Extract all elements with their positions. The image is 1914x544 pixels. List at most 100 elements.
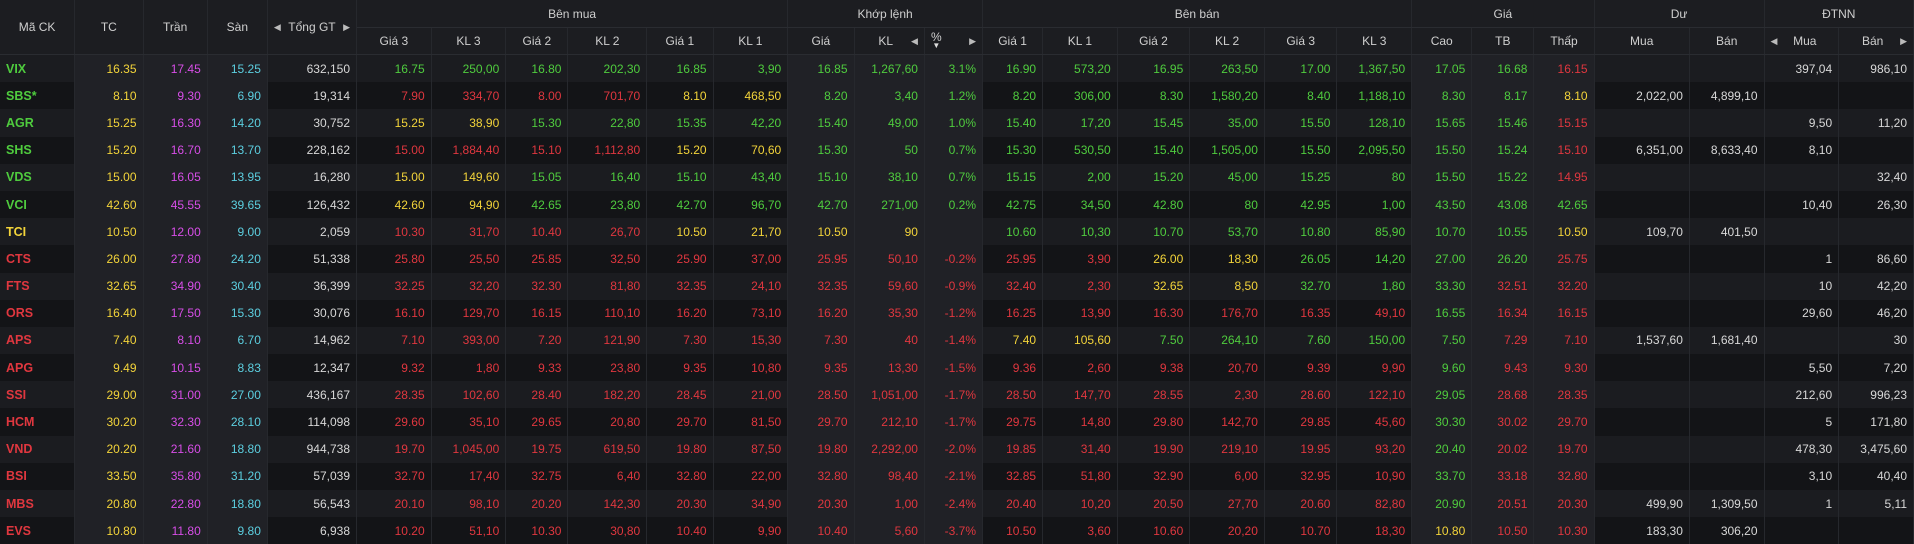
cell-buy-price3: 19.70	[357, 436, 432, 463]
cell-match-pct: -3.7%	[924, 517, 982, 544]
col-sell-vol2[interactable]: KL 2	[1190, 28, 1265, 55]
col-symbol[interactable]: Mã CK	[0, 0, 75, 55]
cell-symbol[interactable]: APS	[0, 327, 75, 354]
cell-buy-price2: 7.20	[506, 327, 568, 354]
cell-symbol[interactable]: ORS	[0, 300, 75, 327]
col-ceiling[interactable]: Trần	[143, 0, 207, 55]
cell-low-price: 14.95	[1534, 164, 1594, 191]
cell-sell-vol1: 2,00	[1043, 164, 1118, 191]
cell-symbol[interactable]: SSI	[0, 381, 75, 408]
table-row[interactable]: TCI10.5012.009.002,05910.3031,7010.4026,…	[0, 218, 1914, 245]
table-row[interactable]: AGR15.2516.3014.2030,75215.2538,9015.302…	[0, 109, 1914, 136]
table-row[interactable]: BSI33.5035.8031.2057,03932.7017,4032.756…	[0, 463, 1914, 490]
col-match-vol[interactable]: KL◀	[854, 28, 924, 55]
cell-symbol[interactable]: BSI	[0, 463, 75, 490]
col-sell-vol3[interactable]: KL 3	[1337, 28, 1412, 55]
col-ref[interactable]: TC	[75, 0, 143, 55]
cell-sell-price1: 10.60	[983, 218, 1043, 245]
table-row[interactable]: SHS15.2016.7013.70228,16215.001,884,4015…	[0, 137, 1914, 164]
cell-buy-vol3: 35,10	[431, 408, 506, 435]
table-row[interactable]: MBS20.8022.8018.8056,54320.1098,1020.201…	[0, 490, 1914, 517]
cell-symbol[interactable]: AGR	[0, 109, 75, 136]
col-high[interactable]: Cao	[1412, 28, 1472, 55]
cell-ref-price: 8.10	[75, 82, 143, 109]
cell-symbol[interactable]: APG	[0, 354, 75, 381]
col-foreign-buy[interactable]: ◀Mua	[1764, 28, 1839, 55]
table-row[interactable]: VIX16.3517.4515.25632,15016.75250,0016.8…	[0, 55, 1914, 83]
table-row[interactable]: SBS*8.109.306.9019,3147.90334,708.00701,…	[0, 82, 1914, 109]
table-row[interactable]: APG9.4910.158.8312,3479.321,809.3323,809…	[0, 354, 1914, 381]
col-residual-buy[interactable]: Mua	[1594, 28, 1689, 55]
scroll-left-icon[interactable]: ◀	[274, 22, 281, 33]
table-row[interactable]: ORS16.4017.5015.3030,07616.10129,7016.15…	[0, 300, 1914, 327]
cell-foreign-buy: 397,04	[1764, 55, 1839, 83]
cell-symbol[interactable]: SHS	[0, 137, 75, 164]
table-row[interactable]: CTS26.0027.8024.2051,33825.8025,5025.853…	[0, 245, 1914, 272]
cell-symbol[interactable]: EVS	[0, 517, 75, 544]
col-avg[interactable]: TB	[1472, 28, 1534, 55]
cell-symbol[interactable]: CTS	[0, 245, 75, 272]
sort-desc-icon[interactable]: ▼	[932, 42, 940, 50]
col-sell-vol1[interactable]: KL 1	[1043, 28, 1118, 55]
cell-match-pct: -1.5%	[924, 354, 982, 381]
match-next-icon[interactable]: ▶	[969, 36, 976, 47]
cell-buy-price3: 15.00	[357, 137, 432, 164]
col-low[interactable]: Thấp	[1534, 28, 1594, 55]
table-row[interactable]: VND20.2021.6018.80944,73819.701,045,0019…	[0, 436, 1914, 463]
cell-buy-vol1: 24,10	[713, 273, 788, 300]
cell-buy-vol1: 96,70	[713, 191, 788, 218]
cell-low-price: 25.75	[1534, 245, 1594, 272]
cell-foreign-sell	[1839, 517, 1914, 544]
foreign-next-icon[interactable]: ▶	[1900, 36, 1907, 47]
cell-floor-price: 18.80	[207, 436, 267, 463]
table-row[interactable]: FTS32.6534.9030.4036,39932.2532,2032.308…	[0, 273, 1914, 300]
table-row[interactable]: SSI29.0031.0027.00436,16728.35102,6028.4…	[0, 381, 1914, 408]
cell-symbol[interactable]: FTS	[0, 273, 75, 300]
cell-foreign-buy: 10	[1764, 273, 1839, 300]
col-match-price[interactable]: Giá	[788, 28, 854, 55]
col-residual-sell[interactable]: Bán	[1689, 28, 1764, 55]
match-prev-icon[interactable]: ◀	[911, 36, 918, 47]
cell-symbol[interactable]: VCI	[0, 191, 75, 218]
table-row[interactable]: APS7.408.106.7014,9627.10393,007.20121,9…	[0, 327, 1914, 354]
cell-sell-price3: 17.00	[1264, 55, 1337, 83]
cell-symbol[interactable]: VDS	[0, 164, 75, 191]
col-sell-price1[interactable]: Giá 1	[983, 28, 1043, 55]
table-row[interactable]: EVS10.8011.809.806,93810.2051,1010.3030,…	[0, 517, 1914, 544]
table-row[interactable]: VCI42.6045.5539.65126,43242.6094,9042.65…	[0, 191, 1914, 218]
cell-symbol[interactable]: MBS	[0, 490, 75, 517]
cell-symbol[interactable]: VIX	[0, 55, 75, 83]
cell-foreign-buy	[1764, 327, 1839, 354]
cell-buy-vol3: 51,10	[431, 517, 506, 544]
cell-ceiling-price: 16.70	[143, 137, 207, 164]
col-buy-vol1[interactable]: KL 1	[713, 28, 788, 55]
col-buy-vol2[interactable]: KL 2	[568, 28, 647, 55]
col-floor[interactable]: Sàn	[207, 0, 267, 55]
cell-symbol[interactable]: HCM	[0, 408, 75, 435]
cell-symbol[interactable]: SBS*	[0, 82, 75, 109]
cell-symbol[interactable]: VND	[0, 436, 75, 463]
col-sell-price2[interactable]: Giá 2	[1117, 28, 1190, 55]
cell-sell-price3: 10.80	[1264, 218, 1337, 245]
col-match-pct[interactable]: %▼ ▶	[924, 28, 982, 55]
scroll-right-icon[interactable]: ▶	[343, 22, 350, 33]
cell-residual-buy: 6,351,00	[1594, 137, 1689, 164]
cell-residual-sell: 4,899,10	[1689, 82, 1764, 109]
cell-sell-vol3: 10,90	[1337, 463, 1412, 490]
col-buy-price1[interactable]: Giá 1	[647, 28, 713, 55]
cell-foreign-sell	[1839, 137, 1914, 164]
cell-symbol[interactable]: TCI	[0, 218, 75, 245]
col-buy-price2[interactable]: Giá 2	[506, 28, 568, 55]
col-foreign-sell[interactable]: Bán▶	[1839, 28, 1914, 55]
table-row[interactable]: HCM30.2032.3028.10114,09829.6035,1029.65…	[0, 408, 1914, 435]
col-sell-price3[interactable]: Giá 3	[1264, 28, 1337, 55]
cell-floor-price: 8.83	[207, 354, 267, 381]
cell-sell-price2: 9.38	[1117, 354, 1190, 381]
cell-match-price: 7.30	[788, 327, 854, 354]
col-buy-price3[interactable]: Giá 3	[357, 28, 432, 55]
col-buy-vol3[interactable]: KL 3	[431, 28, 506, 55]
cell-sell-price2: 26.00	[1117, 245, 1190, 272]
col-total-value[interactable]: ◀ Tổng GT ▶	[267, 0, 356, 55]
table-row[interactable]: VDS15.0016.0513.9516,28015.00149,6015.05…	[0, 164, 1914, 191]
foreign-prev-icon[interactable]: ◀	[1771, 36, 1778, 47]
